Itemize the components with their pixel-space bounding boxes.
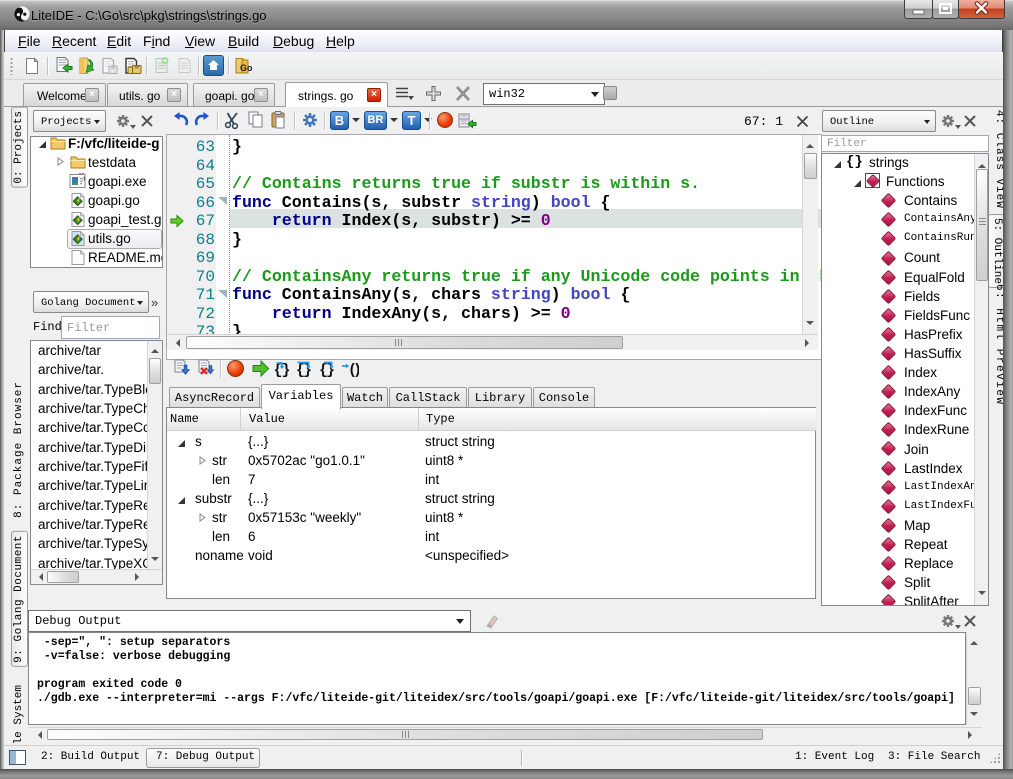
svg-text:}: } [326,362,335,377]
svg-text:Go: Go [240,63,253,73]
svg-text:}: } [303,362,312,377]
svg-text:): ) [353,362,359,377]
